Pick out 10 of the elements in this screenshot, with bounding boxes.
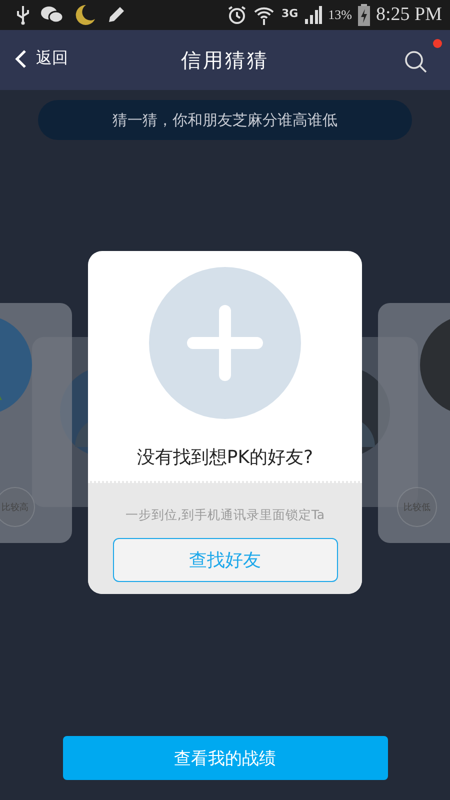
battery-percent: 13% (328, 7, 352, 23)
dialog-title: 没有找到想PK的好友? (136, 446, 314, 469)
back-button[interactable]: 返回 (14, 48, 68, 69)
dialog-hint: 一步到位,到手机通讯录里面锁定Ta (125, 507, 325, 524)
banner: 猜一猜，你和朋友芝麻分谁高谁低 (38, 100, 412, 140)
page-title: 信用猜猜 (181, 46, 269, 74)
clock-time: 8:25 PM (376, 4, 442, 26)
network-type: 3G (281, 7, 298, 20)
my-record-button[interactable]: 查看我的战绩 (62, 736, 388, 780)
find-friends-button[interactable]: 查找好友 (112, 538, 338, 582)
